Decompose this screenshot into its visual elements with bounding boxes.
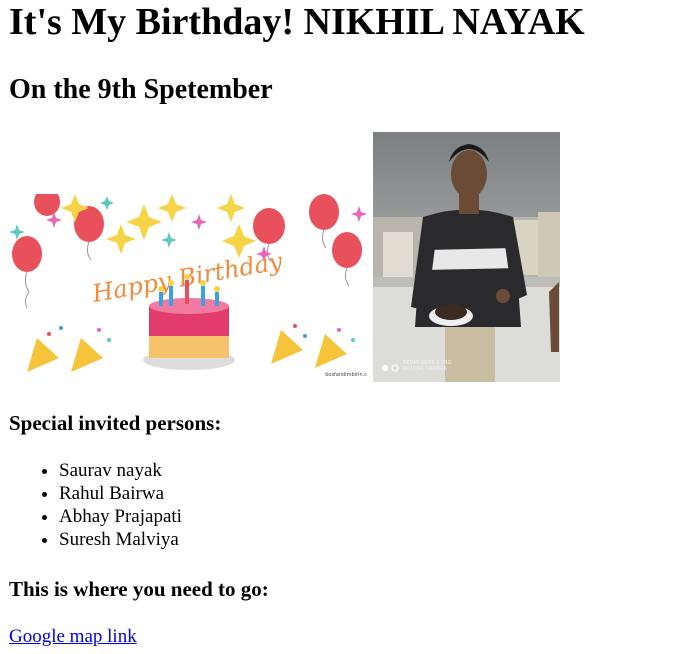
date-subtitle: On the 9th Spetember (9, 74, 273, 105)
list-item: Abhay Prajapati (59, 505, 182, 528)
person-photo: REDMI NOTE 5 PRO MI DUAL CAMERA (373, 132, 560, 382)
camera-watermark: REDMI NOTE 5 PRO MI DUAL CAMERA (403, 360, 452, 372)
list-item: Rahul Bairwa (59, 482, 182, 505)
birthday-illustration: Happy Birthday (9, 194, 367, 372)
invited-heading: Special invited persons: (9, 411, 222, 435)
google-map-link[interactable]: Google map link (9, 625, 137, 649)
list-item: Suresh Malviya (59, 528, 182, 551)
camera-line-2: MI DUAL CAMERA (403, 366, 447, 372)
photo-illustration (373, 132, 560, 382)
image-watermark: bosfandimbirin.c (325, 372, 367, 378)
page-title: It's My Birthday! NIKHIL NAYAK (9, 1, 585, 43)
birthday-card-image: Happy Birthday bosfandimbirin.c (9, 194, 371, 380)
photo-row: Happy Birthday bosfandimbirin.c REDMI NO… (9, 132, 569, 382)
directions-heading: This is where you need to go: (9, 577, 269, 601)
list-item: Saurav nayak (59, 459, 182, 482)
guest-list: Saurav nayak Rahul Bairwa Abhay Prajapat… (9, 459, 182, 551)
